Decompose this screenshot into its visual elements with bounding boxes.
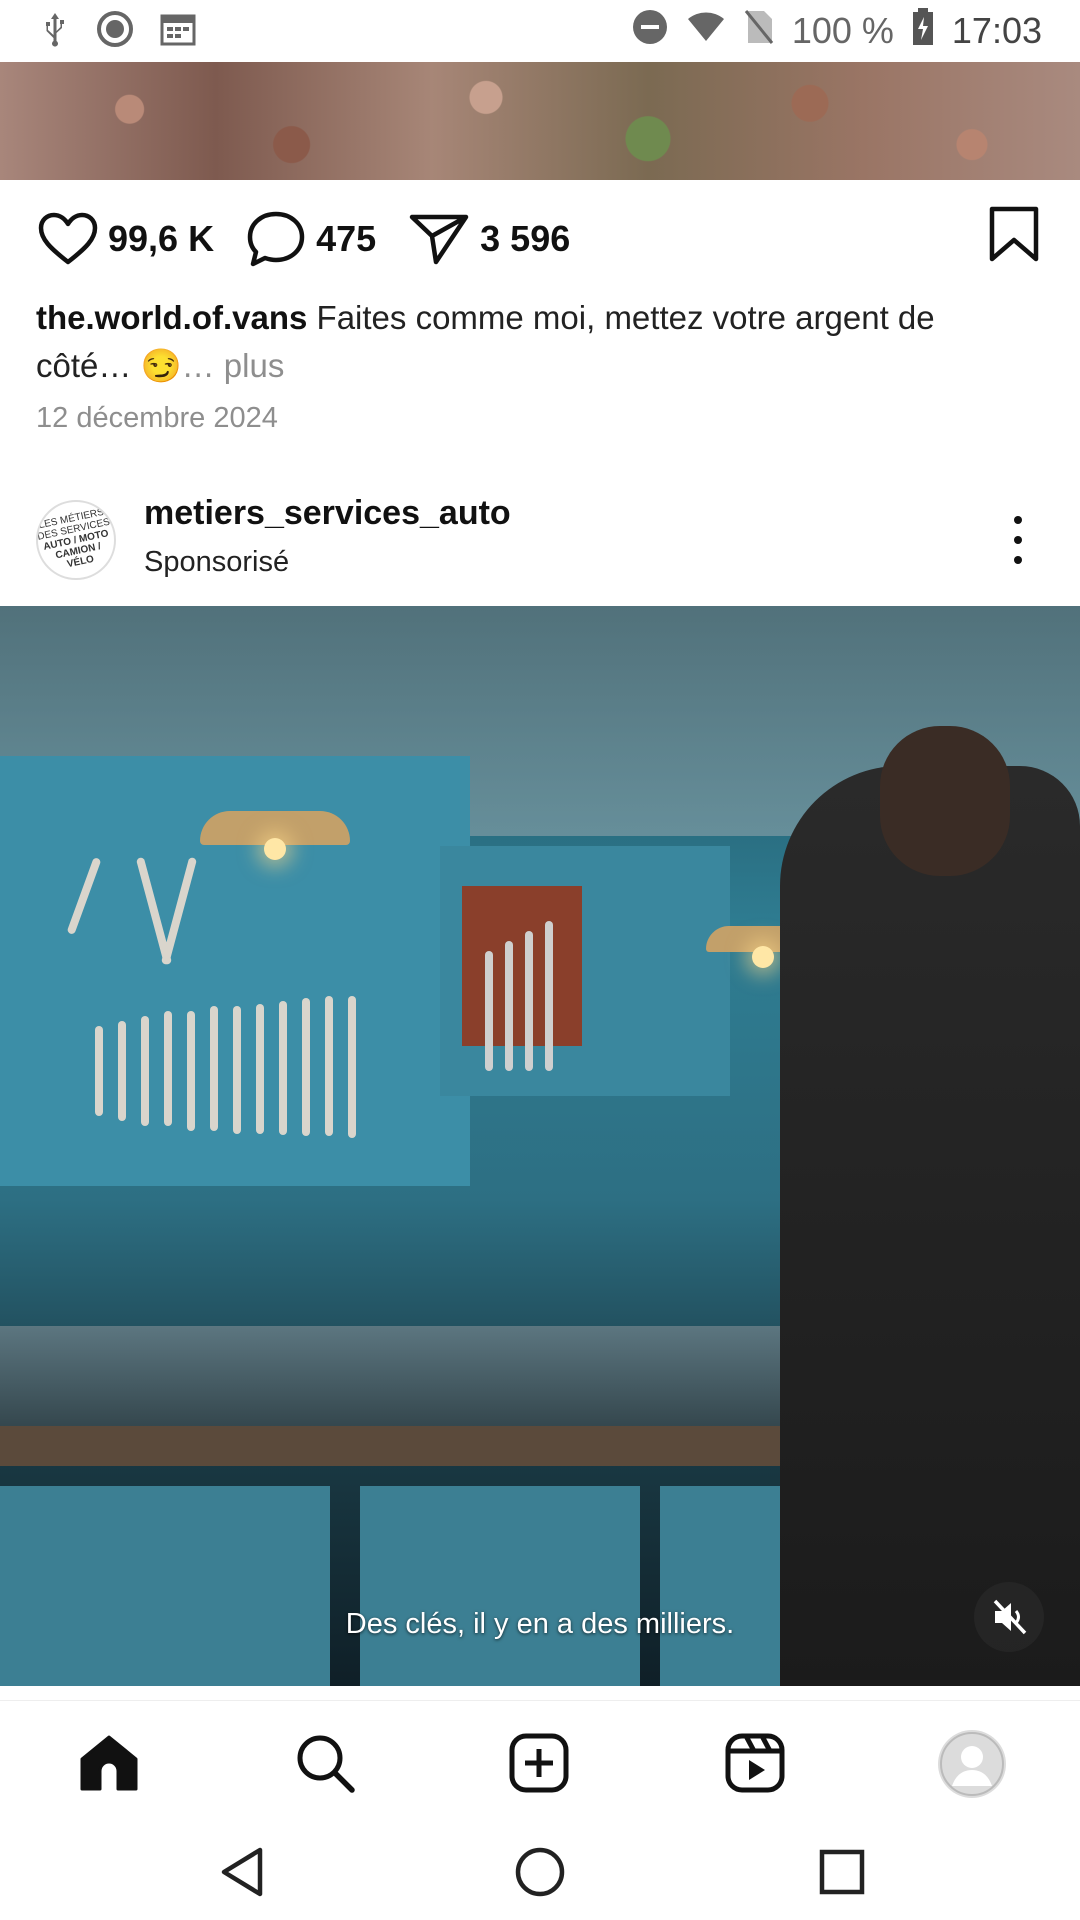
mute-button[interactable] [974, 1582, 1044, 1652]
wordpress-icon [96, 10, 134, 53]
post-action-row: 99,6 K 475 3 596 [38, 204, 602, 274]
caption-username[interactable]: the.world.of.vans [36, 299, 307, 336]
kebab-dot [1014, 556, 1022, 564]
video-person-head [880, 726, 1010, 876]
recents-icon [819, 1849, 865, 1895]
status-right: 100 % 17:03 [632, 7, 1042, 55]
reels-icon [725, 1733, 785, 1793]
search-icon [297, 1735, 355, 1793]
previous-post-image[interactable] [0, 62, 1080, 180]
speaker-muted-icon [993, 1599, 1027, 1635]
video-benchtop [0, 1426, 820, 1466]
nav-reels-button[interactable] [722, 1730, 788, 1796]
battery-percent: 100 % [791, 10, 894, 51]
bookmark-icon [989, 206, 1039, 262]
comment-icon [247, 211, 305, 267]
more-options-button[interactable] [1010, 516, 1026, 564]
video-person [780, 766, 1080, 1686]
share-button[interactable]: 3 596 [408, 212, 570, 266]
kebab-dot [1014, 536, 1022, 544]
android-home-button[interactable] [510, 1842, 570, 1902]
video-subtitle: Des clés, il y en a des milliers. [345, 1608, 735, 1640]
like-count: 99,6 K [108, 218, 215, 259]
wifi-icon [686, 10, 726, 52]
sponsor-username[interactable]: metiers_services_auto [144, 494, 511, 533]
nav-profile-button[interactable] [938, 1730, 1006, 1798]
share-count: 3 596 [480, 218, 571, 259]
like-button[interactable]: 99,6 K [38, 212, 214, 266]
post-caption: the.world.of.vans Faites comme moi, mett… [36, 294, 1036, 390]
no-sim-icon [744, 9, 774, 54]
nav-home-button[interactable] [76, 1730, 142, 1796]
back-icon [221, 1847, 263, 1897]
dnd-icon [632, 9, 668, 54]
back-button[interactable] [212, 1842, 272, 1902]
share-icon [409, 214, 469, 265]
recents-button[interactable] [812, 1842, 872, 1902]
create-icon [509, 1733, 569, 1793]
heart-icon [38, 212, 98, 265]
calendar-icon [160, 12, 196, 51]
post-date: 12 décembre 2024 [36, 402, 278, 434]
profile-icon [940, 1732, 1004, 1796]
sponsor-avatar[interactable]: LES MÉTIERS DES SERVICES AUTO / MOTO CAMION… [36, 500, 116, 580]
home-circle-icon [515, 1847, 565, 1897]
sponsored-video[interactable] [0, 606, 1080, 1686]
sponsor-logo: LES MÉTIERS DES SERVICES AUTO / MOTO CAMION… [36, 506, 111, 570]
nav-create-button[interactable] [506, 1730, 572, 1796]
caption-more-link[interactable]: … plus [182, 347, 285, 384]
video-red-panel [462, 886, 582, 1046]
nav-search-button[interactable] [292, 1730, 358, 1796]
comment-button[interactable]: 475 [246, 210, 376, 268]
home-icon [80, 1735, 138, 1791]
clock: 17:03 [951, 10, 1042, 51]
usb-icon [40, 11, 70, 52]
comment-count: 475 [316, 218, 377, 259]
kebab-dot [1014, 516, 1022, 524]
save-button[interactable] [988, 206, 1040, 267]
status-left-icons [40, 10, 196, 53]
battery-icon [912, 7, 934, 55]
status-bar: 100 % 17:03 [0, 0, 1080, 62]
sponsored-label: Sponsorisé [144, 546, 290, 578]
